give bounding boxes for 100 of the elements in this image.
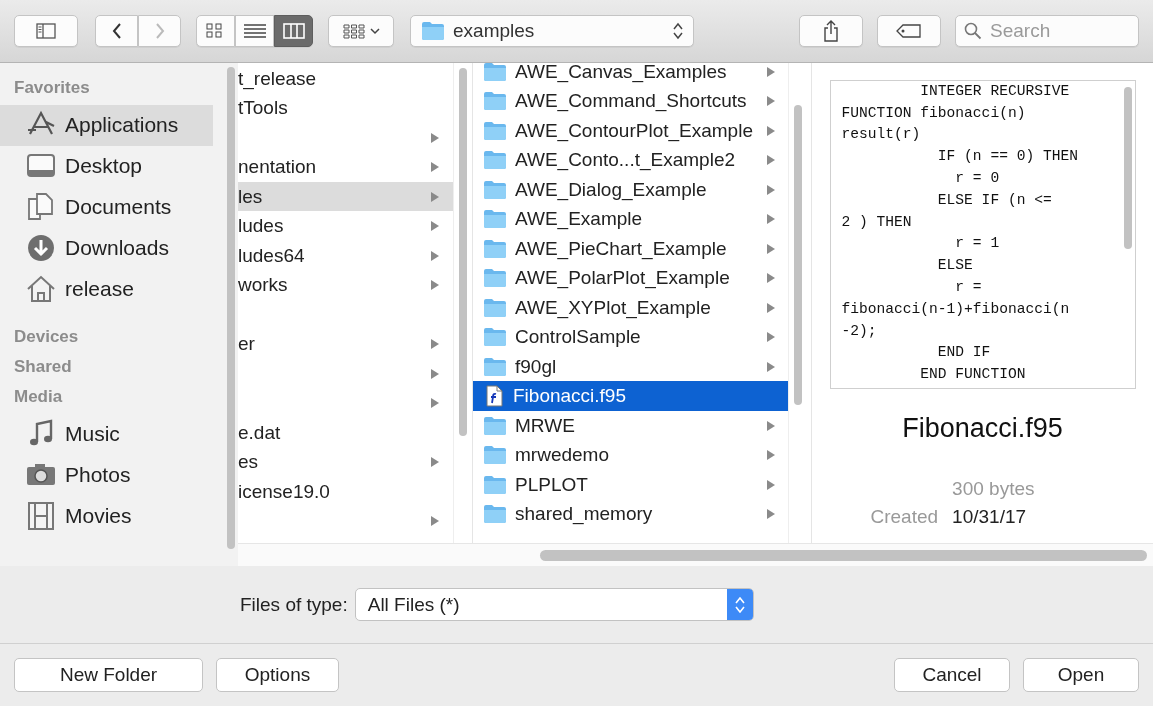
scrollbar[interactable] (793, 104, 802, 405)
disclosure-triangle-icon (766, 183, 776, 196)
list-view-button[interactable] (235, 14, 274, 47)
disclosure-triangle-icon (766, 449, 776, 462)
sidebar-section-title: Shared (13, 355, 73, 378)
dialog-button[interactable]: Options (216, 658, 339, 692)
file-list-item[interactable]: nentation (238, 152, 453, 182)
file-size: 300 bytes (952, 477, 1035, 500)
folder-icon (483, 237, 507, 260)
path-popup[interactable]: examples (410, 14, 694, 47)
sidebar-item[interactable]: Desktop (0, 145, 213, 187)
file-list-item[interactable]: icense19.0 (238, 476, 453, 507)
sidebar-item[interactable]: Downloads (0, 227, 213, 269)
file-type-dropdown[interactable]: All Files (*) (354, 588, 754, 621)
share-button[interactable] (799, 14, 863, 47)
sidebar-toggle-button[interactable] (14, 14, 78, 47)
folder-icon (483, 355, 507, 378)
disclosure-triangle-icon (766, 419, 776, 432)
folder-icon (483, 149, 507, 172)
file-list-item[interactable]: AWE_PolarPlot_Example (473, 263, 788, 293)
back-button[interactable] (95, 14, 138, 47)
dialog-button[interactable]: New Folder (14, 658, 203, 692)
tag-icon (896, 23, 922, 38)
folder-icon (421, 19, 445, 42)
file-list-item[interactable]: e.dat (238, 417, 453, 448)
scrollbar[interactable] (540, 549, 1147, 561)
folder-icon (483, 119, 507, 142)
file-list-item[interactable]: t_release (238, 63, 453, 94)
file-list-item[interactable]: works (238, 270, 453, 300)
file-list-item[interactable]: AWE_ContourPlot_Example (473, 115, 788, 146)
disclosure-triangle-icon (766, 242, 776, 255)
file-type-label: Files of type: (240, 593, 348, 616)
sidebar-item[interactable]: Applications (0, 104, 213, 146)
file-list-item[interactable]: AWE_Command_Shortcuts (473, 86, 788, 116)
file-list-item[interactable]: Fibonacci.f95 (473, 381, 788, 411)
file-list-item[interactable]: PLPLOT (473, 469, 788, 500)
file-list-item[interactable]: ControlSample (473, 322, 788, 352)
created-label: Created (870, 505, 939, 528)
disclosure-triangle-icon (766, 360, 776, 373)
folder-icon (483, 267, 507, 290)
disclosure-triangle-icon (766, 124, 776, 137)
arrange-button[interactable] (328, 14, 394, 47)
file-list-item[interactable]: MRWE (473, 410, 788, 441)
film-strip-icon (26, 501, 56, 532)
share-icon (822, 19, 840, 42)
disclosure-triangle-icon (766, 478, 776, 491)
sidebar-item[interactable]: Music (0, 413, 213, 455)
disclosure-triangle-icon (766, 508, 776, 521)
disclosure-triangle-icon (766, 65, 776, 78)
download-icon (26, 233, 56, 264)
file-list-item[interactable]: AWE_Dialog_Example (473, 174, 788, 205)
sidebar-item[interactable]: release (0, 268, 213, 310)
disclosure-triangle-icon (766, 272, 776, 285)
folder-icon (483, 414, 507, 437)
code-text: INTEGER RECURSIVE FUNCTION fibonacci(n) result(r) IF (n == 0) THEN r = 0 ELSE IF (n <= 2 ) THEN r = 1 ELSE r = fibonacci(n-1)+fibonacci(n -2); END IF END FUNCTION (840, 81, 1079, 385)
documents-icon (26, 192, 56, 223)
file-list-item[interactable]: ludes (238, 211, 453, 241)
file-name: Fibonacci.f95 (902, 412, 1063, 444)
file-list-item[interactable]: es (238, 447, 453, 477)
file-list-item[interactable]: AWE_Conto...t_Example2 (473, 145, 788, 175)
created-date: 10/31/17 (952, 505, 1028, 528)
list-icon (243, 21, 266, 40)
file-list-item[interactable]: f90gl (473, 351, 788, 382)
file-list-item[interactable]: ludes64 (238, 240, 453, 271)
dialog-button[interactable]: Open (1023, 658, 1139, 692)
file-list-item[interactable]: AWE_XYPlot_Example (473, 292, 788, 323)
folder-icon (483, 503, 507, 526)
columns-icon (282, 21, 305, 40)
sidebar-item[interactable]: Movies (0, 495, 213, 537)
dialog-button[interactable]: Cancel (894, 658, 1010, 692)
caret-down-icon (369, 26, 380, 35)
chevron-right-icon (153, 21, 166, 40)
disclosure-triangle-icon (766, 213, 776, 226)
file-list-item[interactable]: AWE_Example (473, 204, 788, 234)
scrollbar[interactable] (1123, 86, 1132, 249)
chevron-left-icon (110, 21, 123, 40)
folder-icon (483, 178, 507, 201)
folder-icon (483, 473, 507, 496)
scrollbar[interactable] (227, 66, 235, 549)
file-list-item[interactable]: AWE_PieChart_Example (473, 233, 788, 264)
disclosure-triangle-icon (766, 95, 776, 108)
column-view-button[interactable] (274, 14, 313, 47)
tag-button[interactable] (877, 14, 941, 47)
icon-view-button[interactable] (196, 14, 235, 47)
grid-icon (342, 22, 365, 39)
disclosure-triangle-icon (766, 154, 776, 167)
file-list-item[interactable]: tTools (238, 93, 453, 123)
sidebar-item[interactable]: Documents (0, 186, 213, 228)
sidebar-section-title: Media (13, 385, 64, 408)
folder-icon (483, 326, 507, 349)
file-list-item[interactable]: AWE_Canvas_Examples (473, 62, 788, 87)
file-list-item[interactable]: les (238, 181, 453, 212)
search-icon (964, 21, 982, 40)
scrollbar[interactable] (458, 67, 467, 436)
disclosure-triangle-icon (766, 301, 776, 314)
file-list-item[interactable]: shared_memory (473, 499, 788, 529)
sidebar-item[interactable]: Photos (0, 454, 213, 496)
file-list-item[interactable]: er (238, 329, 453, 359)
folder-icon (483, 208, 507, 231)
file-list-item[interactable]: mrwedemo (473, 440, 788, 470)
